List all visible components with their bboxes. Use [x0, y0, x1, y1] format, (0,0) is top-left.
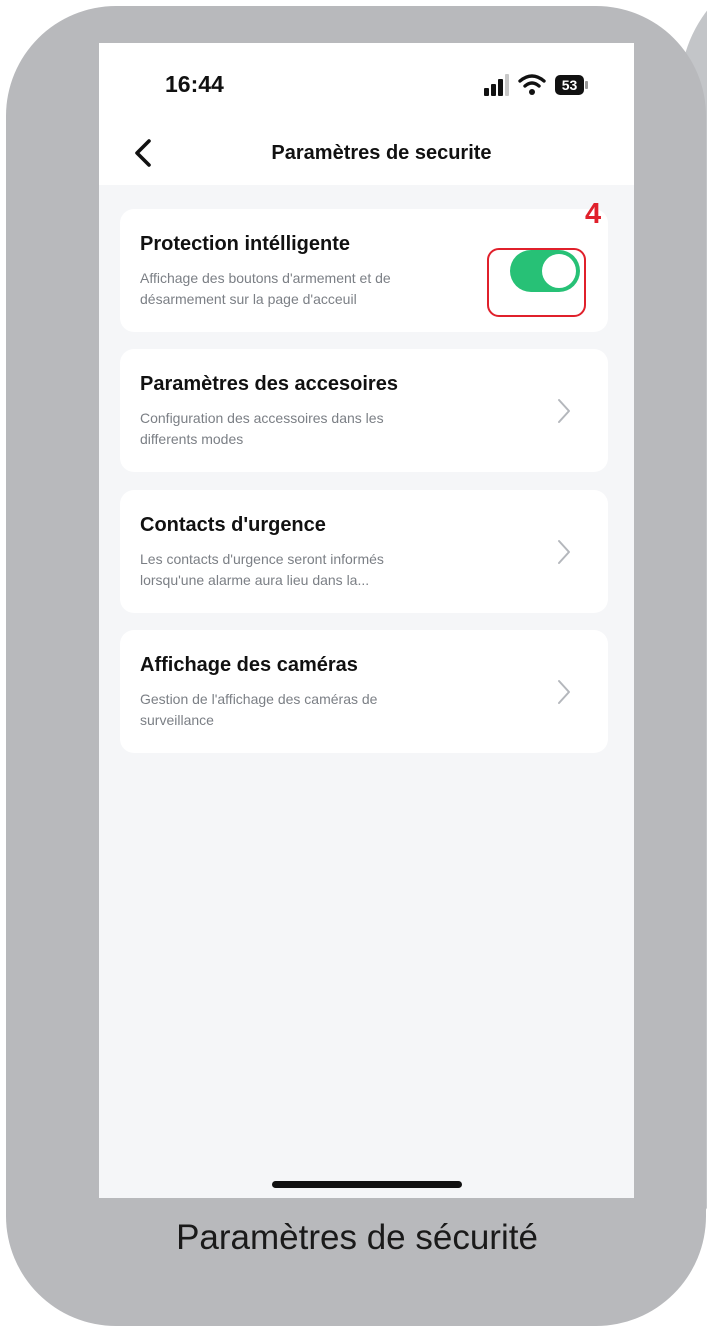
chevron-right-icon [558, 540, 570, 564]
description-line: surveillance [140, 712, 214, 728]
setting-title: Paramètres des accesoires [140, 373, 398, 395]
description-line: lorsqu'une alarme aura lieu dans la... [140, 572, 370, 588]
setting-description: Configuration des accessoires dans les d… [140, 408, 460, 450]
description-line: differents modes [140, 431, 244, 447]
chevron-right-icon [558, 680, 570, 704]
page-title: Paramètres de securite [271, 142, 492, 164]
setting-description: Les contacts d'urgence seront informés l… [140, 549, 460, 591]
chevron-right-icon [558, 399, 570, 423]
setting-title: Contacts d'urgence [140, 514, 326, 536]
description-line: Les contacts d'urgence seront informés [140, 551, 384, 567]
description-line: Configuration des accessoires dans les [140, 410, 384, 426]
description-line: Affichage des boutons d'armement et de [140, 270, 391, 286]
annotation-highlight-box [487, 248, 586, 317]
tutorial-slide: 16:44 53 Paramètres de securite Protecti… [0, 0, 707, 1331]
status-icons: 53 [484, 73, 594, 99]
status-time: 16:44 [165, 71, 224, 97]
description-line: Gestion de l'affichage des caméras de [140, 691, 378, 707]
setting-description: Gestion de l'affichage des caméras de su… [140, 689, 460, 731]
setting-title: Affichage des caméras [140, 654, 358, 676]
setting-title: Protection intélligente [140, 233, 351, 255]
signal-icon [484, 74, 509, 96]
battery-level: 53 [562, 77, 578, 93]
battery-icon: 53 [555, 75, 588, 95]
description-line: désarmement sur la page d'acceuil [140, 291, 357, 307]
home-indicator[interactable] [272, 1181, 462, 1188]
wifi-icon [518, 74, 546, 95]
setting-emergency-contacts[interactable]: Contacts d'urgence Les contacts d'urgenc… [120, 490, 608, 613]
setting-description: Affichage des boutons d'armement et de d… [140, 268, 460, 310]
setting-accessories[interactable]: Paramètres des accesoires Configuration … [120, 349, 608, 472]
annotation-step-number: 4 [585, 198, 602, 230]
setting-cameras[interactable]: Affichage des caméras Gestion de l'affic… [120, 630, 608, 753]
phone-screen: 16:44 53 Paramètres de securite Protecti… [99, 43, 634, 1198]
slide-caption: Paramètres de sécurité [176, 1218, 538, 1257]
